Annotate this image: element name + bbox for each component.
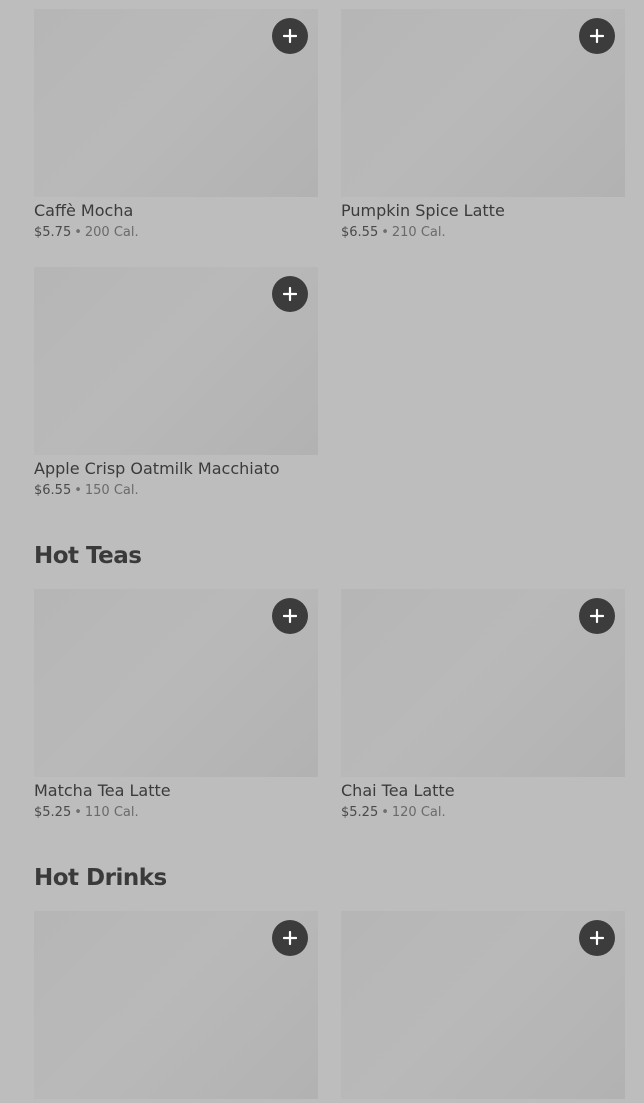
plus-icon: [283, 931, 297, 945]
item-calories: 200 Cal.: [84, 225, 139, 240]
item-image[interactable]: [34, 589, 318, 777]
item-meta: $5.25 • 120 Cal.: [341, 804, 625, 821]
item-price: $5.25: [34, 805, 72, 820]
item-price: $6.55: [341, 225, 379, 240]
menu-item-card[interactable]: Matcha Tea Latte $5.25 • 110 Cal.: [34, 589, 318, 821]
separator: •: [74, 805, 82, 820]
plus-icon: [590, 29, 604, 43]
item-image[interactable]: [34, 9, 318, 197]
item-name[interactable]: Apple Crisp Oatmilk Macchiato: [34, 459, 318, 479]
item-calories: 120 Cal.: [391, 805, 446, 820]
plus-icon: [283, 609, 297, 623]
section-title-hot-teas: Hot Teas: [34, 543, 142, 569]
add-item-button[interactable]: [579, 920, 615, 956]
item-image[interactable]: [341, 911, 625, 1099]
item-image[interactable]: [341, 9, 625, 197]
item-price: $5.25: [341, 805, 379, 820]
item-meta: $5.25 • 110 Cal.: [34, 804, 318, 821]
separator: •: [74, 483, 82, 498]
item-meta: $5.75 • 200 Cal.: [34, 224, 318, 241]
separator: •: [74, 225, 82, 240]
item-image[interactable]: [34, 267, 318, 455]
separator: •: [381, 225, 389, 240]
menu-item-card[interactable]: Apple Crisp Oatmilk Macchiato $6.55 • 150 …: [34, 267, 318, 499]
item-calories: 150 Cal.: [84, 483, 139, 498]
item-meta: $6.55 • 210 Cal.: [341, 224, 625, 241]
menu-item-card[interactable]: Caffè Mocha $5.75 • 200 Cal.: [34, 9, 318, 241]
item-name[interactable]: Pumpkin Spice Latte: [341, 201, 625, 221]
item-price: $5.75: [34, 225, 72, 240]
add-item-button[interactable]: [579, 18, 615, 54]
item-name[interactable]: Matcha Tea Latte: [34, 781, 318, 801]
separator: •: [381, 805, 389, 820]
item-image[interactable]: [341, 589, 625, 777]
add-item-button[interactable]: [272, 598, 308, 634]
item-meta: $6.55 • 150 Cal.: [34, 482, 318, 499]
plus-icon: [590, 609, 604, 623]
item-price: $6.55: [34, 483, 72, 498]
item-name[interactable]: Chai Tea Latte: [341, 781, 625, 801]
menu-item-card[interactable]: [34, 911, 318, 1099]
add-item-button[interactable]: [272, 276, 308, 312]
menu-item-card[interactable]: Pumpkin Spice Latte $6.55 • 210 Cal.: [341, 9, 625, 241]
add-item-button[interactable]: [272, 18, 308, 54]
item-image[interactable]: [34, 911, 318, 1099]
section-title-hot-drinks: Hot Drinks: [34, 865, 167, 891]
item-calories: 110 Cal.: [84, 805, 139, 820]
plus-icon: [590, 931, 604, 945]
add-item-button[interactable]: [579, 598, 615, 634]
add-item-button[interactable]: [272, 920, 308, 956]
menu-page: Caffè Mocha $5.75 • 200 Cal. Pumpkin Spice…: [0, 0, 644, 1103]
menu-item-card[interactable]: [341, 911, 625, 1099]
plus-icon: [283, 287, 297, 301]
plus-icon: [283, 29, 297, 43]
item-calories: 210 Cal.: [391, 225, 446, 240]
item-name[interactable]: Caffè Mocha: [34, 201, 318, 221]
menu-item-card[interactable]: Chai Tea Latte $5.25 • 120 Cal.: [341, 589, 625, 821]
